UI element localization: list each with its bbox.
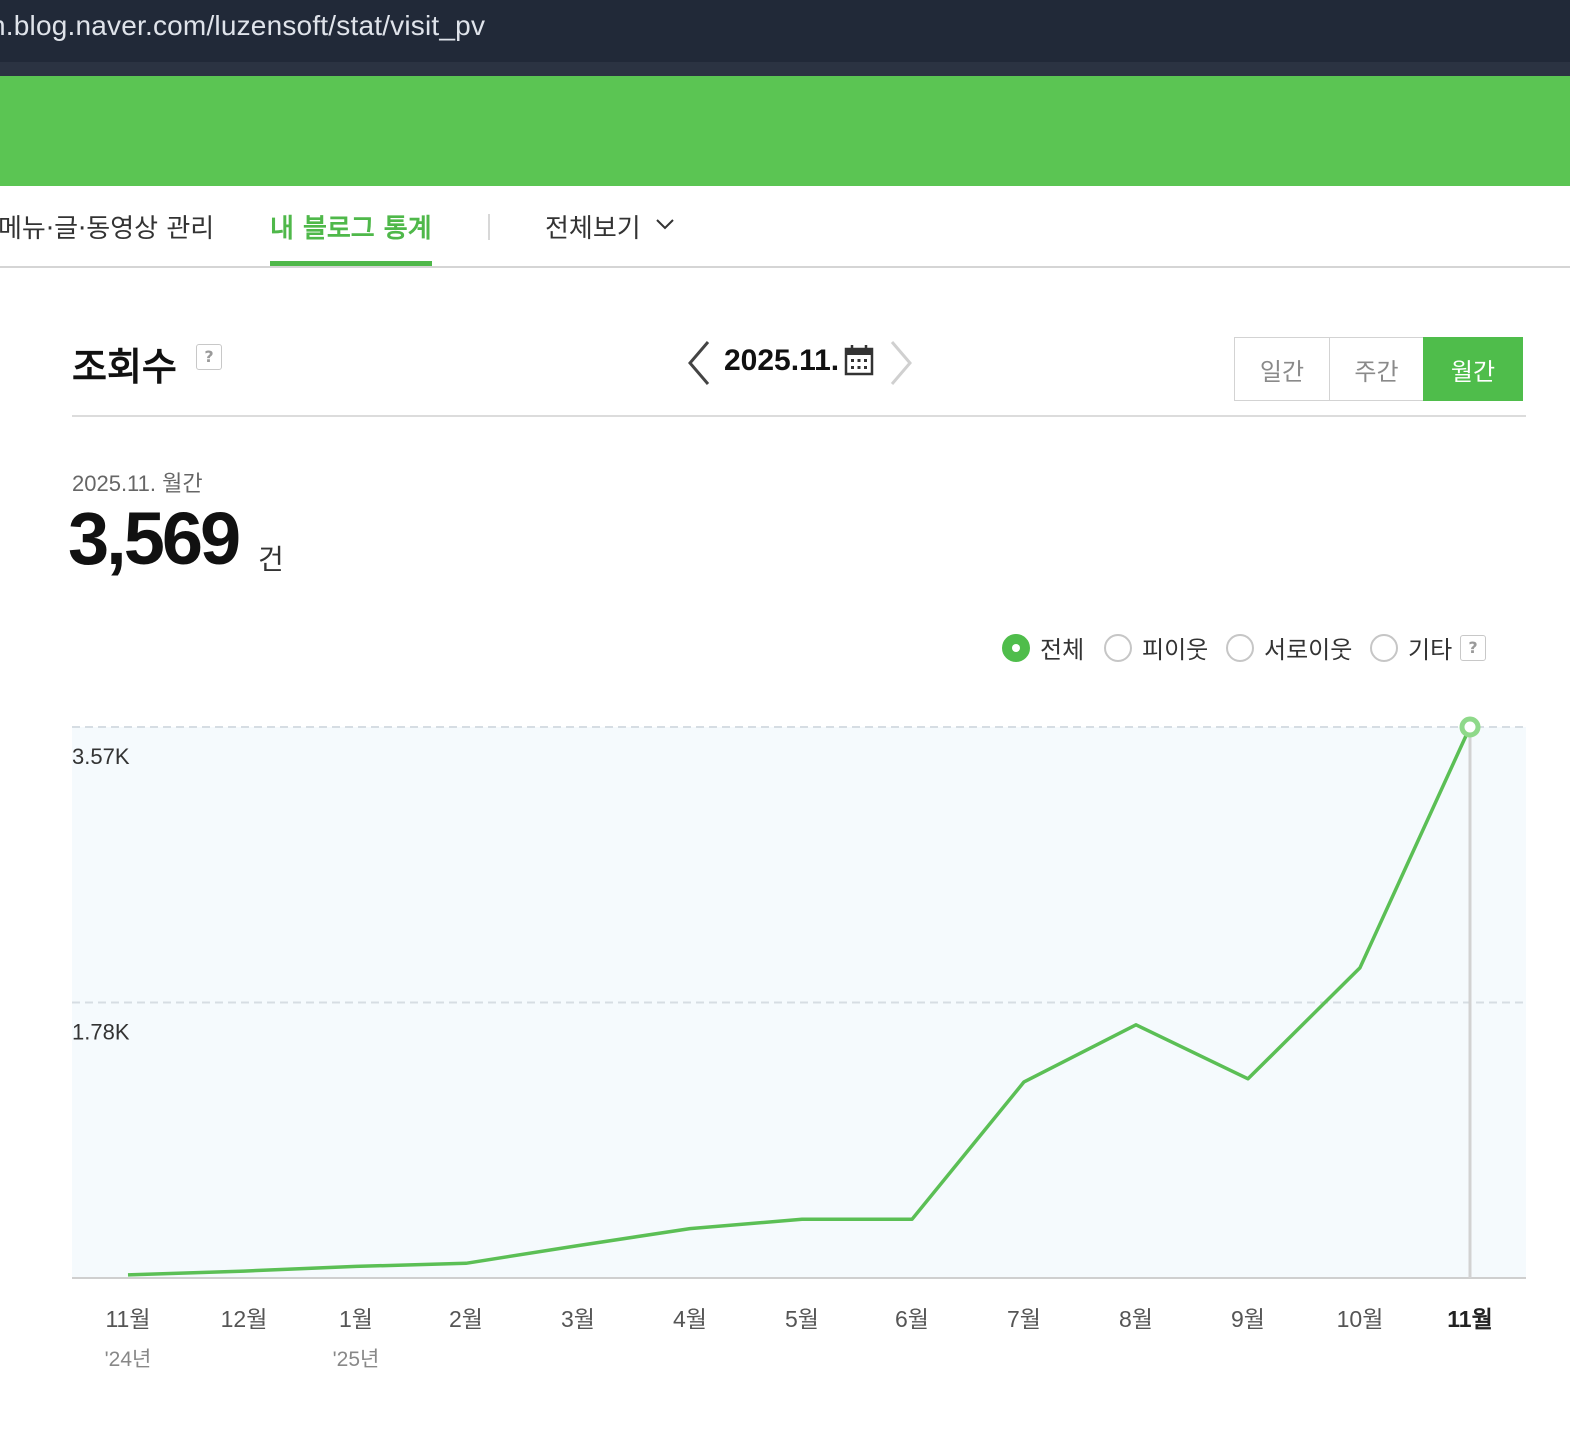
x-year-label: '24년 xyxy=(105,1348,152,1371)
url-bar-divider xyxy=(0,62,1570,76)
period-toggle: 일간 주간 월간 xyxy=(1234,337,1526,401)
highlight-point xyxy=(1459,716,1481,738)
summary-period-label: 2025.11. 월간 xyxy=(72,471,203,496)
x-tick-label: 6월 xyxy=(895,1306,929,1332)
summary-total-value: 3,569 xyxy=(68,497,241,580)
filter-other[interactable]: 기타 xyxy=(1370,630,1452,665)
chevron-right-icon[interactable] xyxy=(886,338,916,388)
x-tick-label: 8월 xyxy=(1119,1306,1153,1332)
filter-neighbor-label: 피이웃 xyxy=(1142,636,1209,664)
radio-icon[interactable] xyxy=(1226,633,1254,662)
page-title: 조회수 xyxy=(72,345,177,389)
summary-unit: 건 xyxy=(258,543,284,576)
radio-icon[interactable] xyxy=(1104,633,1132,662)
period-daily-button[interactable]: 일간 xyxy=(1234,337,1330,401)
radio-icon[interactable] xyxy=(1370,633,1398,662)
x-tick-label: 7월 xyxy=(1007,1306,1041,1332)
chevron-down-icon[interactable] xyxy=(654,213,676,235)
nav-item-view-all[interactable]: 전체보기 xyxy=(545,208,641,245)
radio-selected-icon[interactable] xyxy=(1002,633,1030,662)
x-tick-label: 9월 xyxy=(1231,1306,1265,1332)
header-divider xyxy=(72,415,1526,417)
x-tick-label: 1월 xyxy=(339,1306,373,1332)
x-tick-label: 2월 xyxy=(449,1306,483,1332)
stats-nav: 메뉴·글·동영상 관리 내 블로그 통계 전체보기 xyxy=(0,186,1570,268)
nav-item-blog-stats[interactable]: 내 블로그 통계 xyxy=(270,208,432,245)
active-tab-underline xyxy=(270,261,432,266)
filter-all-label: 전체 xyxy=(1040,636,1085,664)
filter-mutual-neighbor-label: 서로이웃 xyxy=(1264,636,1353,664)
filter-other-label: 기타 xyxy=(1408,636,1453,664)
help-icon[interactable]: ? xyxy=(1460,635,1486,661)
help-icon[interactable]: ? xyxy=(196,344,222,370)
x-tick-label: 10월 xyxy=(1337,1306,1384,1332)
x-tick-label: 3월 xyxy=(561,1306,595,1332)
x-tick-label: 5월 xyxy=(785,1306,819,1332)
period-weekly-button[interactable]: 주간 xyxy=(1328,337,1425,401)
period-monthly-button[interactable]: 월간 xyxy=(1423,337,1523,401)
x-tick-label: 4월 xyxy=(673,1306,707,1332)
current-date: 2025.11. xyxy=(724,344,840,377)
url-text[interactable]: n.blog.naver.com/luzensoft/stat/visit_pv xyxy=(0,10,485,42)
nav-item-menu-manage[interactable]: 메뉴·글·동영상 관리 xyxy=(0,208,214,245)
date-navigator: 2025.11. xyxy=(684,336,924,388)
y-tick-label: 3.57K xyxy=(72,744,130,769)
y-tick-label: 1.78K xyxy=(72,1020,130,1045)
filter-all[interactable]: 전체 xyxy=(1002,630,1084,665)
chevron-left-icon[interactable] xyxy=(684,338,714,388)
filter-neighbor[interactable]: 피이웃 xyxy=(1104,630,1208,665)
pageviews-line-chart: 3.57K 1.78K 11월 12월 1월 2월 3월 4월 5월 6월 7월 8월 9월 10월 11… xyxy=(72,716,1526,1371)
blog-header-bar xyxy=(0,76,1570,186)
x-tick-label: 11월 xyxy=(1447,1306,1492,1332)
browser-url-bar: n.blog.naver.com/luzensoft/stat/visit_pv xyxy=(0,0,1570,76)
x-year-label: '25년 xyxy=(333,1348,380,1371)
nav-divider xyxy=(488,214,490,240)
filter-mutual-neighbor[interactable]: 서로이웃 xyxy=(1226,630,1352,665)
x-tick-label: 12월 xyxy=(221,1306,268,1332)
x-tick-label: 11월 xyxy=(105,1306,150,1332)
calendar-icon[interactable] xyxy=(844,344,874,376)
